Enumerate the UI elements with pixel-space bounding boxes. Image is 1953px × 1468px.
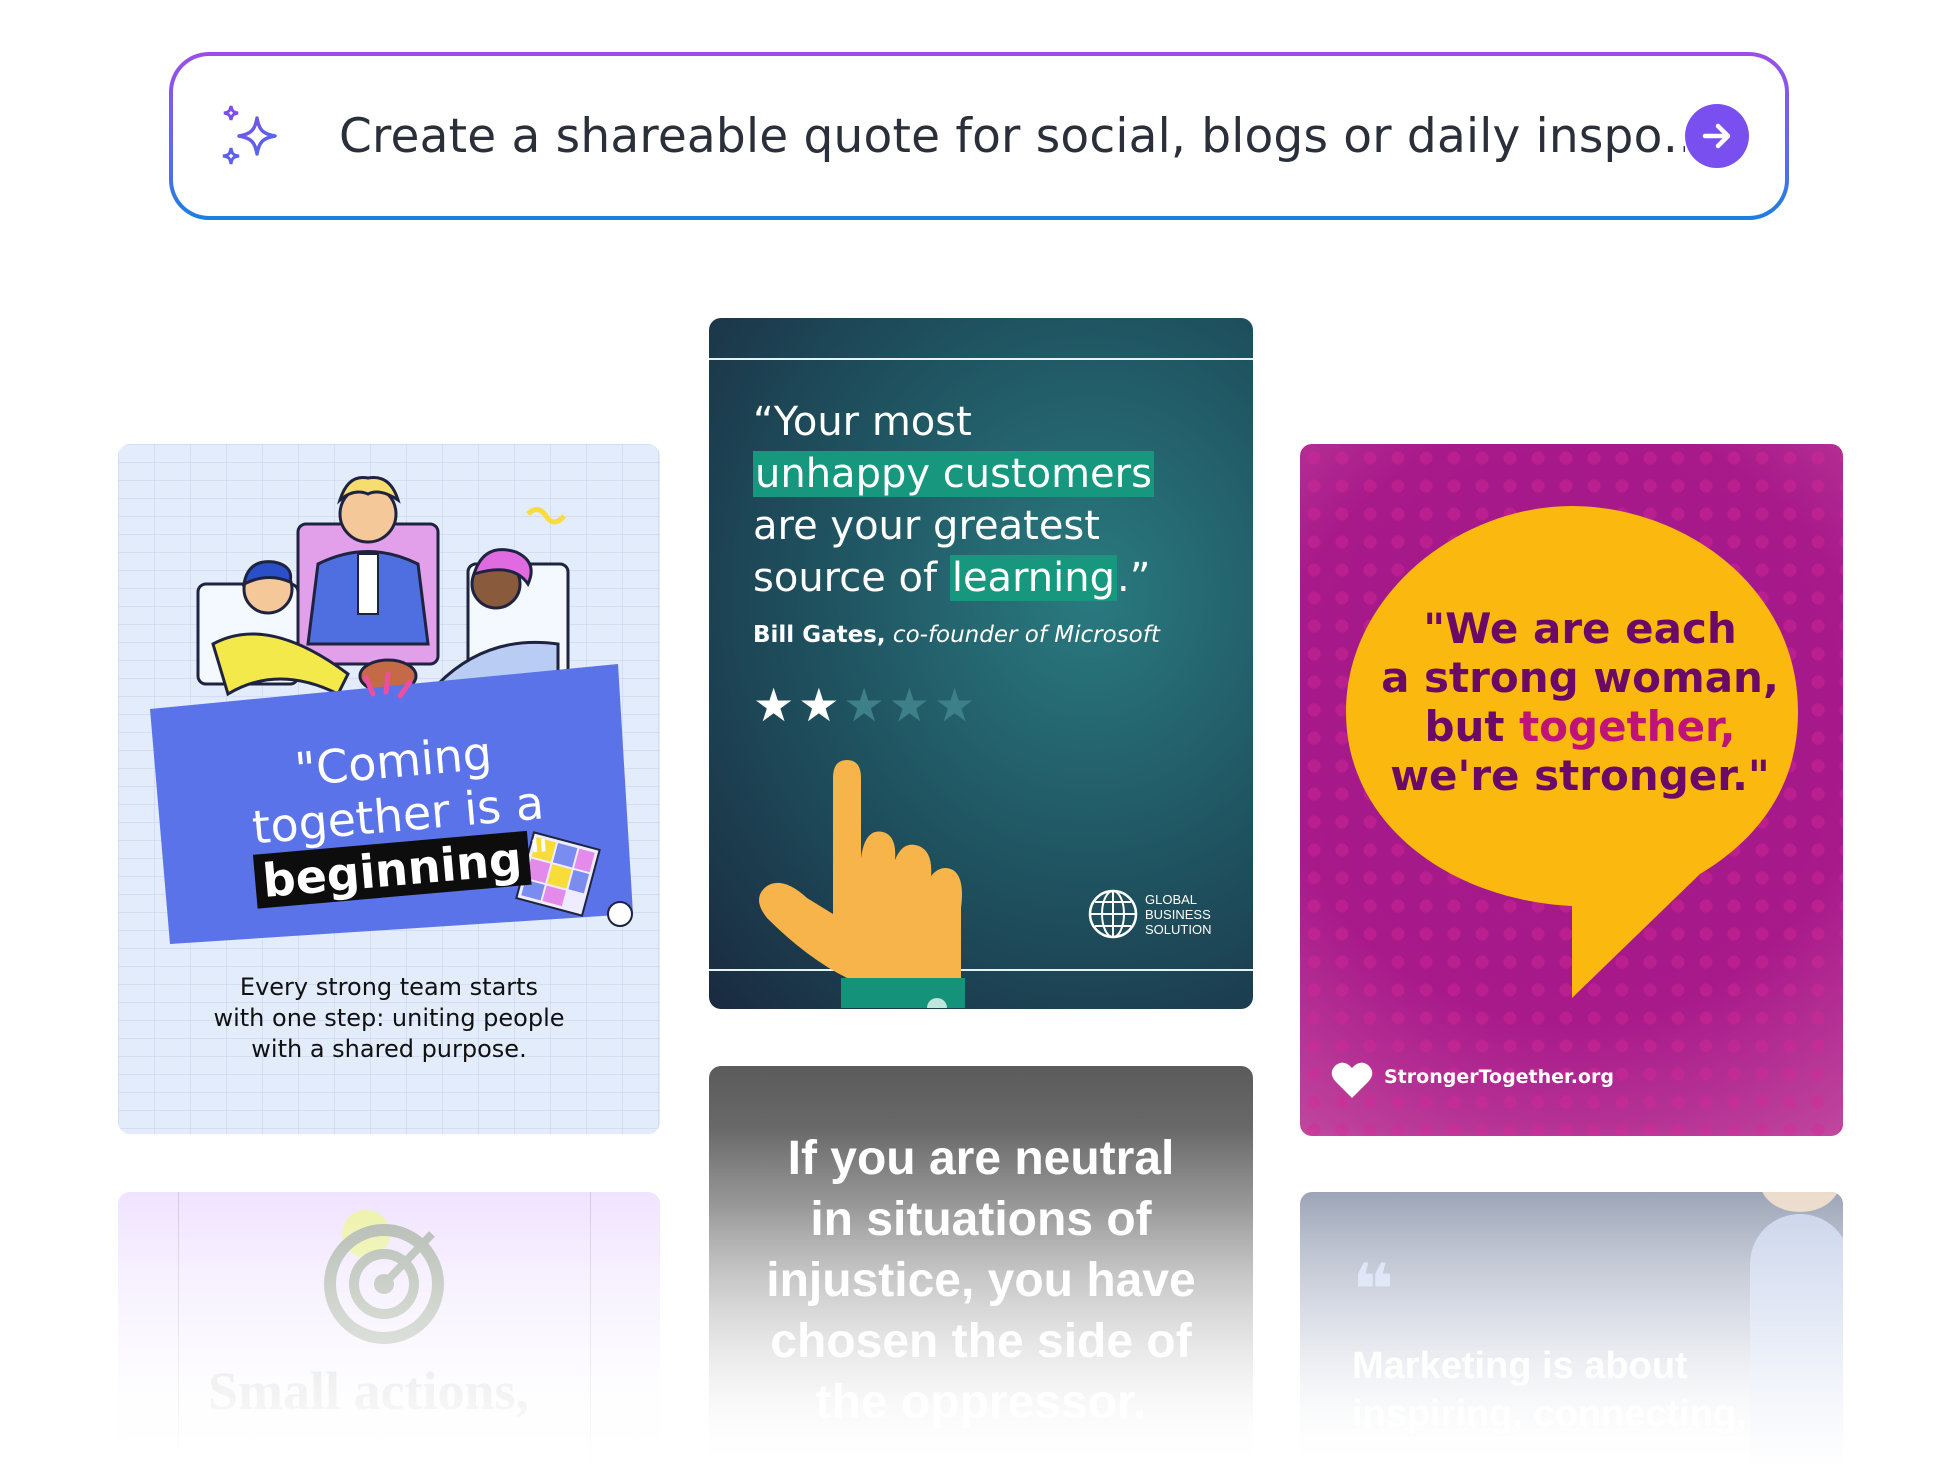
customers-quote-line1: “Your most <box>753 399 972 445</box>
send-button[interactable] <box>1685 104 1749 168</box>
marketing-quote: Marketing is about inspiring, connecting… <box>1352 1342 1752 1438</box>
star-icon: ★ <box>843 679 889 731</box>
customers-highlight-2: learning <box>949 555 1118 601</box>
women-quote-line1: "We are each <box>1423 604 1737 653</box>
star-icon: ★ <box>798 679 844 731</box>
customers-quote-line2: unhappy customers <box>753 448 1213 500</box>
heart-icon <box>1331 1062 1373 1098</box>
customers-author: Bill Gates, co-founder of Microsoft <box>753 622 1160 648</box>
top-divider <box>709 358 1253 360</box>
customers-highlight-1: unhappy customers <box>753 451 1154 497</box>
marketing-line2: inspiring, connecting, <box>1352 1393 1747 1435</box>
author-role: co-founder of Microsoft <box>892 622 1160 648</box>
customers-quote-line4: source of learning.” <box>753 552 1213 604</box>
pointing-hand-icon <box>759 760 965 1008</box>
team-caption: Every strong team starts with one step: … <box>118 972 660 1065</box>
arrow-right-icon <box>1702 123 1731 149</box>
prompt-bar-inner: Create a shareable quote for social, blo… <box>173 56 1785 216</box>
team-caption-line1: Every strong team starts <box>239 973 539 1001</box>
women-site: StrongerTogether.org <box>1384 1066 1614 1088</box>
team-caption-line3: with a shared purpose. <box>251 1035 527 1063</box>
person-head <box>1760 1192 1840 1212</box>
template-card-small-actions[interactable]: Small actions, <box>118 1192 660 1468</box>
sparkle-icon <box>222 105 277 165</box>
women-line3-pre: but <box>1424 702 1520 751</box>
women-quote-line4: we're stronger." <box>1390 751 1770 800</box>
star-icon: ★ <box>888 679 934 731</box>
vertical-rule <box>178 1192 179 1468</box>
vertical-rule <box>590 1192 591 1468</box>
marketing-line1: Marketing is about <box>1352 1345 1688 1387</box>
neutral-quote: If you are neutral in situations of inju… <box>749 1128 1213 1433</box>
globe-icon <box>1088 889 1138 939</box>
target-icon <box>324 1210 444 1344</box>
neutral-line1: If you are neutral <box>787 1132 1175 1185</box>
neutral-line5: the oppressor. <box>815 1376 1147 1429</box>
logo-line3: SOLUTION <box>1145 921 1212 937</box>
prompt-bar[interactable]: Create a shareable quote for social, blo… <box>169 52 1789 220</box>
women-highlight: together, <box>1519 702 1736 751</box>
neutral-line3: injustice, you have <box>766 1254 1196 1307</box>
neutral-line4: chosen the side of <box>770 1315 1192 1368</box>
template-card-team[interactable]: "Coming together is a beginning" Every s… <box>118 444 660 1134</box>
star-rating: ★★★★★ <box>753 678 979 732</box>
team-caption-line2: with one step: uniting people <box>213 1004 565 1032</box>
template-card-marketing[interactable]: ❝ Marketing is about inspiring, connecti… <box>1300 1192 1843 1468</box>
team-quote-close: " <box>527 828 553 885</box>
template-card-women[interactable]: "We are each a strong woman, but togethe… <box>1300 444 1843 1136</box>
logo-text: GLOBAL BUSINESS SOLUTION <box>1145 892 1211 937</box>
customers-quote: “Your most unhappy customers are your gr… <box>753 396 1213 604</box>
star-icon: ★ <box>753 679 799 731</box>
global-business-logo: GLOBAL BUSINESS SOLUTION <box>1087 888 1211 940</box>
neutral-line2: in situations of <box>810 1193 1152 1246</box>
customers-line4-pre: source of <box>753 555 950 601</box>
small-actions-text: Small actions, <box>208 1361 530 1421</box>
quote-mark-icon: ❝ <box>1352 1248 1395 1332</box>
person-silhouette <box>1750 1214 1843 1468</box>
women-quote-line3: but together, <box>1380 702 1780 751</box>
author-name: Bill Gates, <box>753 622 886 648</box>
logo-line1: GLOBAL <box>1145 891 1198 907</box>
star-icon: ★ <box>934 679 980 731</box>
women-quote: "We are each a strong woman, but togethe… <box>1380 604 1780 800</box>
women-quote-line2: a strong woman, <box>1381 653 1779 702</box>
prompt-input[interactable]: Create a shareable quote for social, blo… <box>339 109 1685 164</box>
logo-line2: BUSINESS <box>1145 906 1211 922</box>
customers-line4-post: .” <box>1117 555 1151 601</box>
template-card-neutral[interactable]: If you are neutral in situations of inju… <box>709 1066 1253 1468</box>
team-quote: "Coming together is a beginning" <box>212 719 585 912</box>
template-card-customers[interactable]: “Your most unhappy customers are your gr… <box>709 318 1253 1009</box>
customers-quote-line3: are your greatest <box>753 503 1100 549</box>
